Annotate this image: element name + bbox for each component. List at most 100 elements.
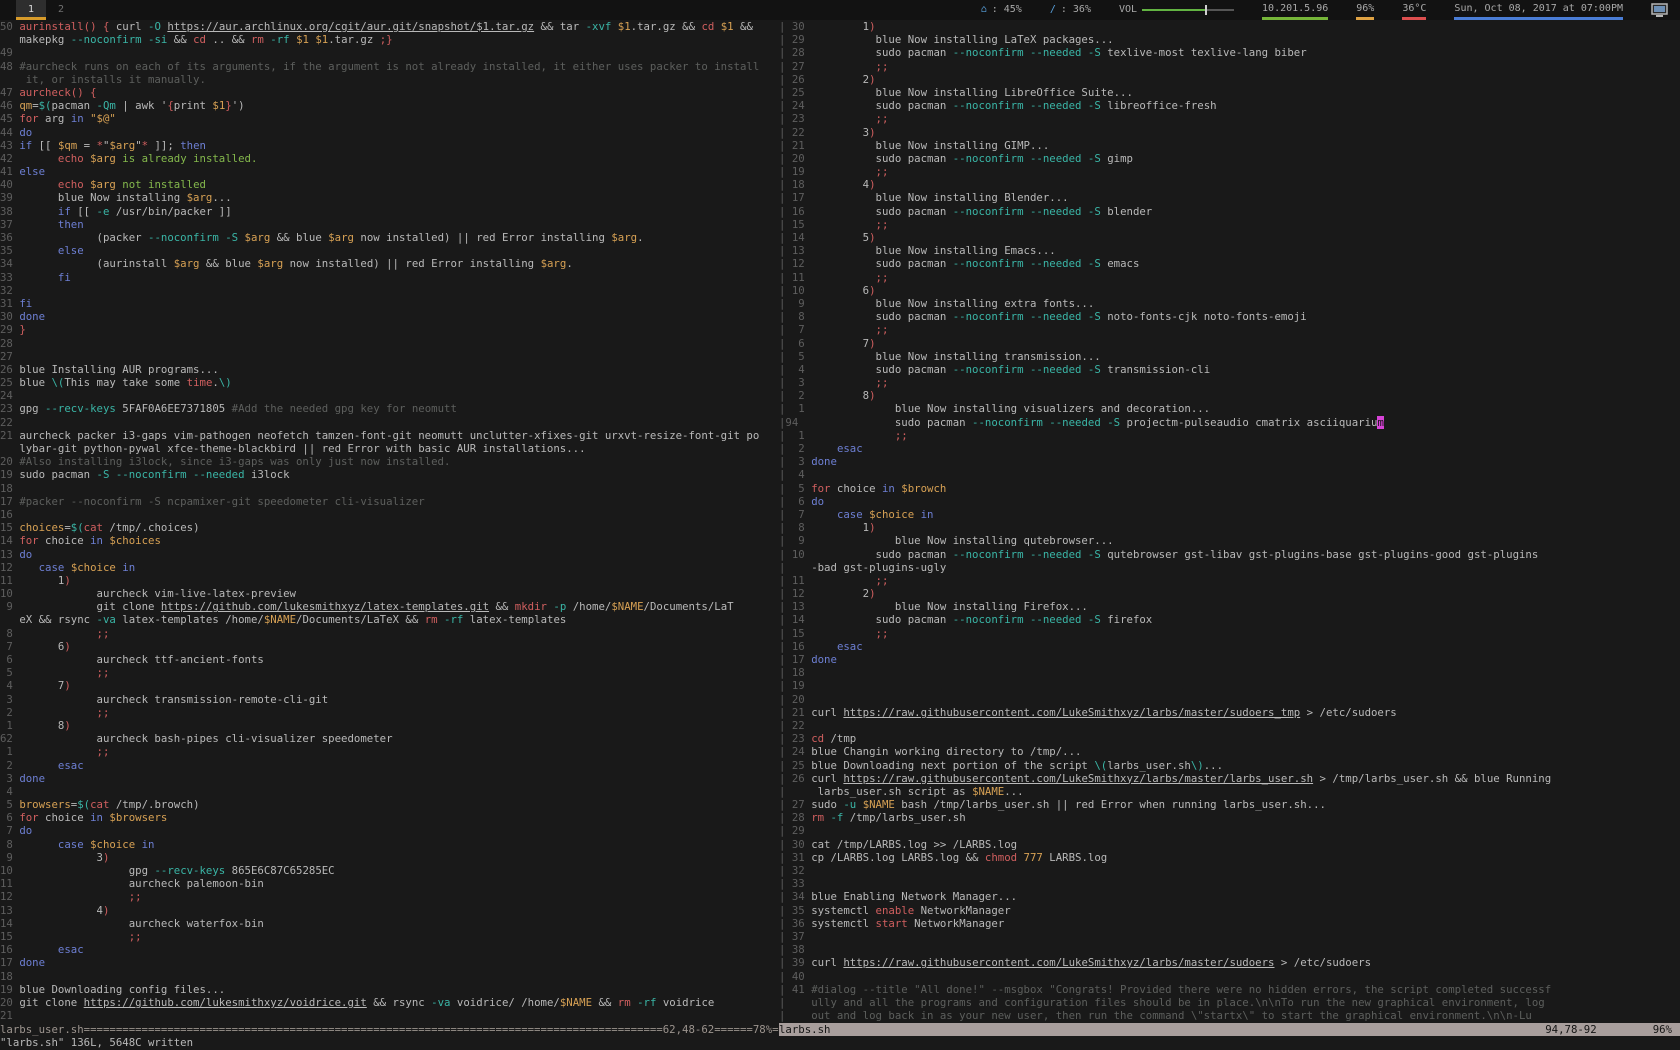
code-line: 35 else — [0, 244, 779, 257]
disk-home-module: ⌂: 45% — [981, 0, 1022, 20]
code-line: lybar-git python-pywal xfce-theme-blackb… — [0, 442, 779, 455]
line-number: 8 — [0, 627, 19, 640]
code-line: | 11 ;; — [779, 574, 1680, 587]
line-number: | 22 — [779, 126, 811, 139]
line-number: | 38 — [779, 943, 811, 956]
code-line: | 10 6) — [779, 284, 1680, 297]
code-line: 4 7) — [0, 679, 779, 692]
code-line: | 40 — [779, 970, 1680, 983]
code-line: | 15 ;; — [779, 627, 1680, 640]
line-number: | 17 — [779, 653, 811, 666]
line-number: 40 — [0, 178, 19, 191]
code-line: | 4 sudo pacman --noconfirm --needed -S … — [779, 363, 1680, 376]
line-number: | 1 — [779, 402, 811, 415]
line-number: | 4 — [779, 468, 811, 481]
line-number: 2 — [0, 759, 19, 772]
volume-slider[interactable] — [1142, 0, 1234, 20]
code-line: | 3 done — [779, 455, 1680, 468]
code-line: 4 — [0, 785, 779, 798]
line-number: 42 — [0, 152, 19, 165]
line-number: | 15 — [779, 218, 811, 231]
line-number: 30 — [0, 310, 19, 323]
code-line: 13 do — [0, 548, 779, 561]
code-line: | 31 cp /LARBS.log LARBS.log && chmod 77… — [779, 851, 1680, 864]
code-line: | 26 2) — [779, 73, 1680, 86]
line-number: | 4 — [779, 363, 811, 376]
line-number: | 39 — [779, 956, 811, 969]
line-number: 29 — [0, 323, 19, 336]
workspace-tag-2[interactable]: 2 — [46, 0, 76, 20]
line-number: 9 — [0, 851, 19, 864]
line-number: 48 — [0, 60, 19, 73]
line-number: | 7 — [779, 508, 811, 521]
code-line: 42 echo $arg is already installed. — [0, 152, 779, 165]
code-line: makepkg --noconfirm -si && cd .. && rm -… — [0, 33, 779, 46]
code-line: | 20 sudo pacman --noconfirm --needed -S… — [779, 152, 1680, 165]
code-line: 3 aurcheck transmission-remote-cli-git — [0, 693, 779, 706]
code-line: 19 sudo pacman -S --noconfirm --needed i… — [0, 468, 779, 481]
vim-right-pane-larbs.sh[interactable]: | 30 1)| 29 blue Now installing LaTeX pa… — [779, 20, 1680, 1023]
code-line: | 32 — [779, 864, 1680, 877]
statusline-ruler-position: 94,78-92 — [1545, 1023, 1596, 1036]
line-number: | 23 — [779, 732, 811, 745]
code-line: | 1 ;; — [779, 429, 1680, 442]
vim-left-pane-larbs_user.sh[interactable]: 50 aurinstall() { curl -O https://aur.ar… — [0, 20, 779, 1023]
line-number: 31 — [0, 297, 19, 310]
code-line: 30 done — [0, 310, 779, 323]
code-line: | 16 sudo pacman --noconfirm --needed -S… — [779, 205, 1680, 218]
code-line: 41 else — [0, 165, 779, 178]
code-line: | 2 8) — [779, 389, 1680, 402]
line-number — [0, 73, 19, 86]
code-line: | 30 1) — [779, 20, 1680, 33]
line-number: 23 — [0, 402, 19, 415]
code-line: | 13 blue Now installing Firefox... — [779, 600, 1680, 613]
volume-handle[interactable] — [1205, 5, 1207, 15]
workspace-tag-1[interactable]: 1 — [16, 0, 46, 20]
code-line: 10 aurcheck vim-live-latex-preview — [0, 587, 779, 600]
line-number: 18 — [0, 482, 19, 495]
line-number: 4 — [0, 785, 19, 798]
code-line: | 18 — [779, 666, 1680, 679]
line-number: 18 — [0, 970, 19, 983]
code-line: | 1 blue Now installing visualizers and … — [779, 402, 1680, 415]
line-number: | 16 — [779, 205, 811, 218]
line-number: 14 — [0, 917, 19, 930]
code-line: 62 aurcheck bash-pipes cli-visualizer sp… — [0, 732, 779, 745]
line-number: | 11 — [779, 574, 811, 587]
line-number: 26 — [0, 363, 19, 376]
code-line: 6 for choice in $browsers — [0, 811, 779, 824]
monitor-tray-icon[interactable] — [1651, 0, 1668, 20]
code-line: | 34 blue Enabling Network Manager... — [779, 890, 1680, 903]
line-number: | 15 — [779, 627, 811, 640]
code-line: 8 case $choice in — [0, 838, 779, 851]
code-line: 7 6) — [0, 640, 779, 653]
line-number: 10 — [0, 864, 19, 877]
code-line: | 29 — [779, 824, 1680, 837]
line-number: | 30 — [779, 838, 811, 851]
code-line: 3 done — [0, 772, 779, 785]
code-line: | 36 systemctl start NetworkManager — [779, 917, 1680, 930]
code-line: eX && rsync -va latex-templates /home/$N… — [0, 613, 779, 626]
code-line: | 6 7) — [779, 337, 1680, 350]
line-number: | 29 — [779, 33, 811, 46]
line-number: 39 — [0, 191, 19, 204]
line-number: | 30 — [779, 20, 811, 33]
line-number: 21 — [0, 429, 19, 442]
line-number: 17 — [0, 956, 19, 969]
code-line: | 3 ;; — [779, 376, 1680, 389]
line-number: | 8 — [779, 521, 811, 534]
code-line: | 41 #dialog --title "All done!" --msgbo… — [779, 983, 1680, 996]
code-line: | 8 1) — [779, 521, 1680, 534]
line-number: | 9 — [779, 534, 811, 547]
code-line: | 19 ;; — [779, 165, 1680, 178]
code-line: | 5 for choice in $browch — [779, 482, 1680, 495]
code-line: | 23 ;; — [779, 112, 1680, 125]
line-number: | 2 — [779, 442, 811, 455]
line-number: 4 — [0, 679, 19, 692]
line-number: 20 — [0, 455, 19, 468]
code-line: | 21 blue Now installing GIMP... — [779, 139, 1680, 152]
code-line: | 22 — [779, 719, 1680, 732]
code-line: | 30 cat /tmp/LARBS.log >> /LARBS.log — [779, 838, 1680, 851]
line-number: 2 — [0, 706, 19, 719]
line-number: 50 — [0, 20, 19, 33]
